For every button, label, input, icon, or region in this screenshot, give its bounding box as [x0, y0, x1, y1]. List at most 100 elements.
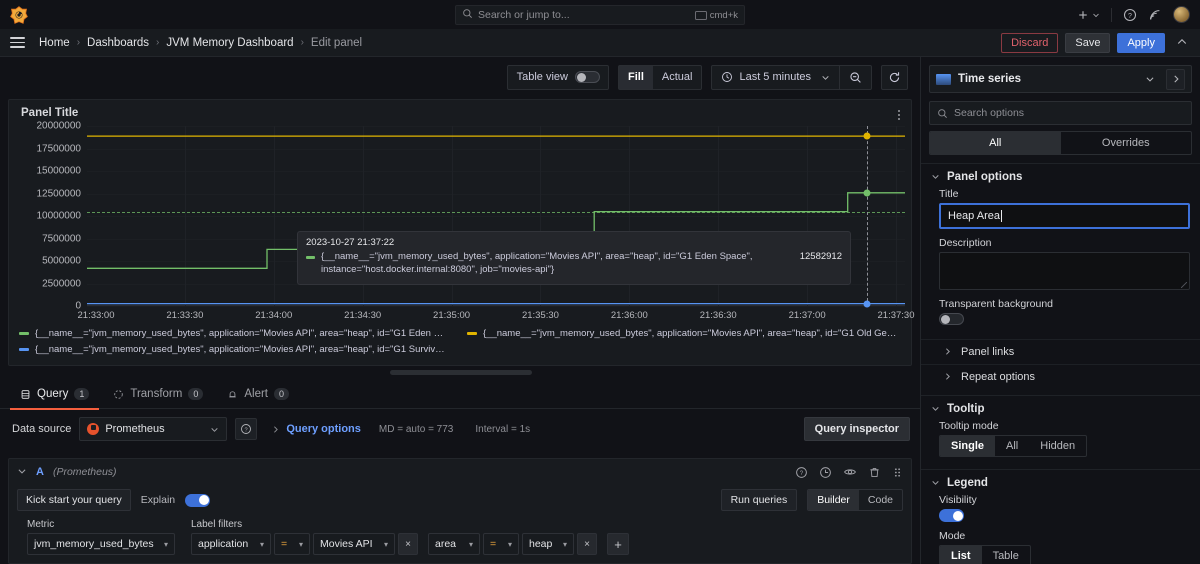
help-circle-icon[interactable]: ? — [795, 466, 808, 479]
breadcrumb-item-home[interactable]: Home — [39, 37, 70, 49]
visualization-picker[interactable]: Time series — [929, 65, 1192, 93]
query-options-toggle[interactable]: Query options — [271, 423, 361, 435]
tab-transform[interactable]: Transform 0 — [103, 380, 213, 409]
options-search-input[interactable]: Search options — [929, 101, 1192, 125]
panel-resize-handle[interactable] — [390, 370, 532, 375]
section-panel-options[interactable]: Panel options — [921, 164, 1200, 188]
filter-label-value: area — [435, 538, 457, 550]
chevron-up-icon[interactable] — [1172, 36, 1192, 51]
collapse-options-pane-button[interactable] — [1166, 68, 1185, 90]
discard-button[interactable]: Discard — [1001, 33, 1059, 53]
panel-description-input[interactable] — [939, 252, 1190, 290]
trash-icon[interactable] — [868, 466, 881, 479]
remove-filter-button[interactable]: × — [577, 533, 597, 555]
kick-start-query-button[interactable]: Kick start your query — [17, 489, 131, 511]
time-range-picker[interactable]: Last 5 minutes — [711, 64, 872, 90]
repeat-options-row[interactable]: Repeat options — [921, 364, 1200, 389]
tab-query[interactable]: Query 1 — [10, 380, 100, 410]
x-axis-tick: 21:37:30 — [877, 310, 915, 321]
section-tooltip[interactable]: Tooltip — [921, 396, 1200, 420]
legend-mode-table[interactable]: Table — [982, 546, 1030, 564]
legend-label: {__name__="jvm_memory_used_bytes", appli… — [35, 344, 449, 355]
chevron-down-icon[interactable] — [1140, 69, 1159, 90]
filter-operator-select[interactable]: = ▾ — [274, 533, 310, 555]
zoom-out-icon[interactable] — [839, 65, 871, 89]
query-inspector-button[interactable]: Query inspector — [803, 417, 910, 441]
tab-overrides[interactable]: Overrides — [1061, 132, 1192, 154]
table-view-switch[interactable] — [574, 71, 600, 83]
code-mode-button[interactable]: Code — [859, 490, 902, 510]
panel-menu-icon[interactable] — [894, 106, 905, 124]
filter-value-select[interactable]: Movies API ▾ — [313, 533, 395, 555]
actual-button[interactable]: Actual — [653, 66, 702, 89]
add-new-button[interactable] — [1077, 9, 1100, 21]
visualization-panel: Panel Title 20000000 17500000 15000000 1250… — [8, 99, 915, 366]
filter-value-select[interactable]: heap ▾ — [522, 533, 574, 555]
panel-links-row[interactable]: Panel links — [921, 339, 1200, 364]
edit-panel-actions: Discard Save Apply — [1001, 29, 1192, 57]
legend-item[interactable]: {__name__="jvm_memory_used_bytes", appli… — [19, 328, 449, 339]
chevron-right-icon — [271, 425, 280, 434]
query-options-maxdatapoints: MD = auto = 773 — [378, 423, 454, 435]
filter-operator-value: = — [490, 538, 497, 550]
x-axis-tick: 21:35:30 — [521, 310, 559, 321]
tooltip-mode-single[interactable]: Single — [940, 436, 996, 456]
panel-title-value: Heap Area — [948, 210, 1000, 222]
grafana-logo-icon[interactable] — [9, 5, 29, 25]
tab-all[interactable]: All — [930, 132, 1061, 154]
legend-item[interactable]: {__name__="jvm_memory_used_bytes", appli… — [467, 328, 897, 339]
filter-label-select[interactable]: application ▾ — [191, 533, 271, 555]
table-view-toggle[interactable]: Table view — [506, 64, 609, 90]
breadcrumb-item-dashboard[interactable]: JVM Memory Dashboard — [166, 37, 293, 49]
section-legend[interactable]: Legend — [921, 470, 1200, 494]
filter-label-select[interactable]: area ▾ — [428, 533, 480, 555]
legend-mode-label: Mode — [939, 530, 966, 542]
resize-grip-icon[interactable] — [1181, 282, 1187, 288]
run-queries-button[interactable]: Run queries — [720, 489, 798, 511]
search-input[interactable]: Search or jump to... cmd+k — [455, 5, 745, 25]
legend-visibility-toggle[interactable] — [939, 509, 964, 522]
chevron-down-icon — [821, 73, 830, 82]
legend-row: {__name__="jvm_memory_used_bytes", appli… — [19, 328, 909, 339]
datasource-help-button[interactable]: ? — [235, 418, 258, 440]
datasource-picker[interactable]: Prometheus — [79, 417, 228, 441]
explain-toggle[interactable] — [185, 493, 211, 507]
transparent-background-label: Transparent background — [939, 298, 1054, 310]
breadcrumb-item-dashboards[interactable]: Dashboards — [87, 37, 149, 49]
builder-mode-button[interactable]: Builder — [808, 490, 859, 510]
avatar[interactable] — [1173, 6, 1190, 23]
query-ref-id[interactable]: A — [36, 466, 44, 478]
legend-item[interactable]: {__name__="jvm_memory_used_bytes", appli… — [19, 344, 449, 355]
search-shortcut-text: cmd+k — [709, 9, 738, 21]
metric-value: jvm_memory_used_bytes — [34, 538, 154, 550]
y-axis-tick: 7500000 — [42, 233, 81, 244]
tooltip-mode-hidden[interactable]: Hidden — [1029, 436, 1086, 456]
chevron-down-icon[interactable] — [17, 466, 27, 478]
tooltip-mode-all[interactable]: All — [995, 436, 1029, 456]
legend-mode-list[interactable]: List — [940, 546, 982, 564]
transparent-background-toggle[interactable] — [939, 313, 964, 325]
hamburger-menu-icon[interactable] — [10, 37, 25, 48]
fill-button[interactable]: Fill — [618, 65, 653, 89]
filter-operator-select[interactable]: = ▾ — [483, 533, 519, 555]
tooltip-series-label: {__name__="jvm_memory_used_bytes", appli… — [321, 251, 753, 275]
apply-button[interactable]: Apply — [1117, 33, 1165, 53]
refresh-icon[interactable] — [881, 64, 908, 90]
panel-title-input[interactable]: Heap Area — [939, 203, 1190, 229]
remove-filter-button[interactable]: × — [398, 533, 418, 555]
legend-visibility-label: Visibility — [939, 494, 977, 506]
help-circle-icon[interactable]: ? — [1123, 8, 1137, 22]
query-history-icon[interactable] — [819, 466, 832, 479]
help-circle-icon: ? — [240, 423, 252, 435]
drag-handle-icon[interactable] — [892, 466, 903, 479]
label-filters-group: Label filters application ▾ = ▾ Movies A… — [191, 519, 629, 555]
add-filter-button[interactable]: + — [607, 533, 629, 555]
y-axis-tick: 5000000 — [42, 255, 81, 267]
x-axis-tick: 21:33:30 — [166, 310, 204, 321]
eye-icon[interactable] — [843, 465, 857, 479]
save-button[interactable]: Save — [1065, 33, 1111, 53]
metric-select[interactable]: jvm_memory_used_bytes ▾ — [27, 533, 175, 555]
rss-icon[interactable] — [1148, 8, 1162, 22]
tab-alert[interactable]: Alert 0 — [217, 380, 299, 409]
tab-query-label: Query — [37, 388, 69, 400]
